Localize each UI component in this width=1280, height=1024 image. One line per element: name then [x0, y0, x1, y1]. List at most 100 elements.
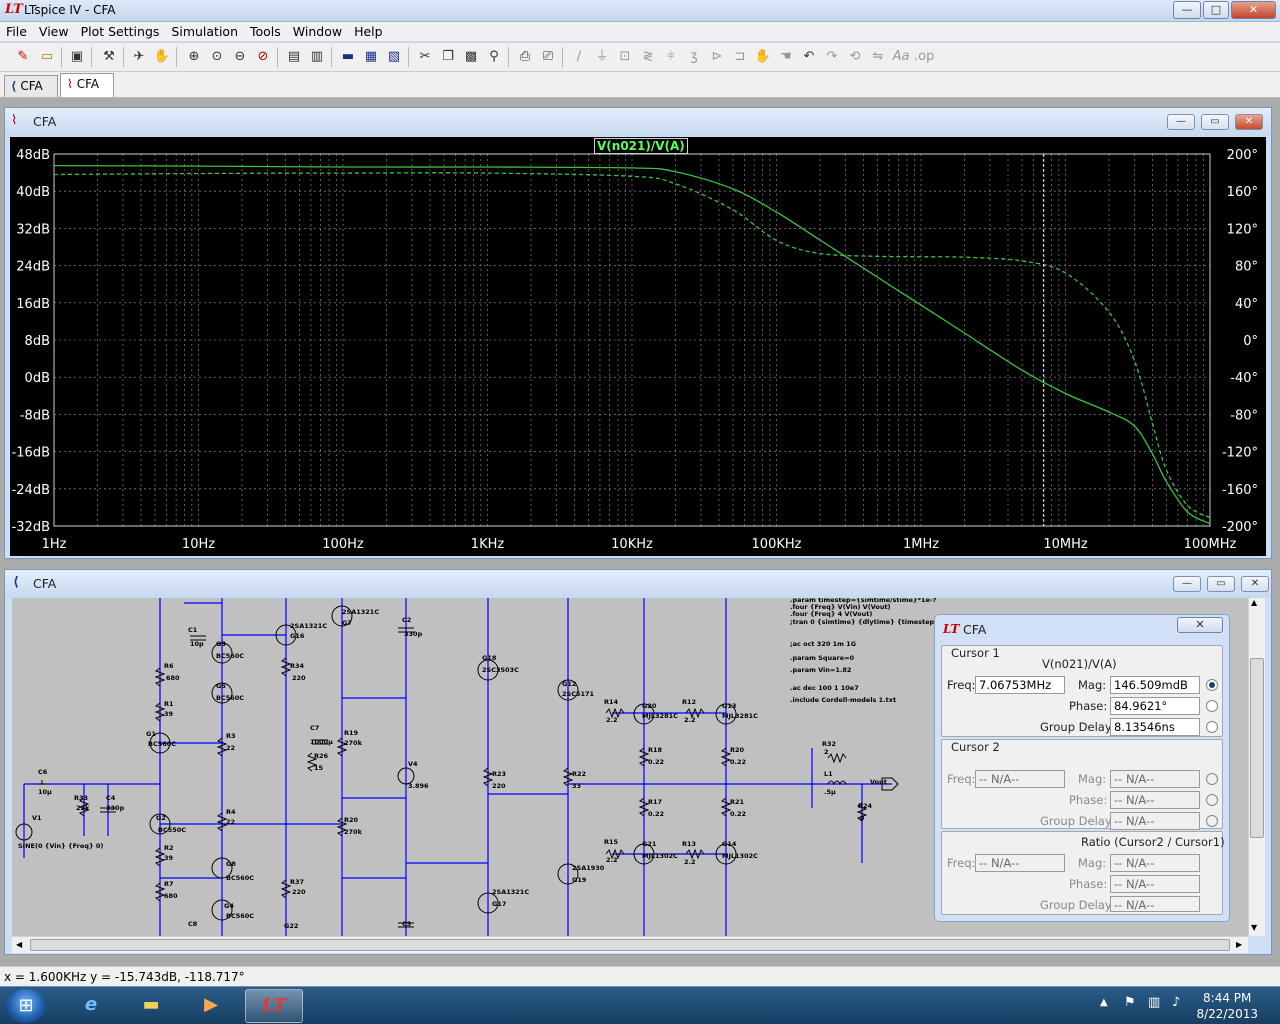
save-icon[interactable]: ▣	[67, 47, 87, 67]
explorer-icon[interactable]: ▬	[122, 989, 180, 1023]
cursor1-title: Cursor 1	[951, 646, 1000, 660]
horizontal-scroll-thumb[interactable]	[30, 939, 1230, 951]
cursor1-mag-field[interactable]: 146.509mdB	[1110, 676, 1200, 694]
schematic-window-title: CFA	[33, 576, 57, 591]
scroll-up-icon[interactable]: ▲	[1251, 598, 1257, 607]
component-label: BC550C	[158, 826, 186, 834]
cursor1-mag-radio[interactable]	[1206, 679, 1218, 691]
schematic-vertical-scrollbar[interactable]: ▲ ▼	[1248, 598, 1265, 936]
menu-tools[interactable]: Tools	[244, 22, 287, 41]
action-center-icon[interactable]: ⚑	[1124, 995, 1136, 1010]
print-icon[interactable]: ⎙	[515, 47, 535, 67]
cut-icon[interactable]: ✂	[415, 47, 435, 67]
close-window-icon[interactable]: ▧	[384, 47, 404, 67]
redo-icon[interactable]: ↷	[822, 47, 842, 67]
menu-view[interactable]: View	[33, 22, 75, 41]
zoom-out-icon[interactable]: ⊖	[230, 47, 250, 67]
y-right-tick-label: -40°	[1230, 371, 1258, 386]
volume-icon[interactable]: ♪	[1172, 995, 1180, 1010]
schematic-close-button[interactable]: ✕	[1241, 576, 1269, 592]
ground-icon[interactable]: ⏚	[592, 47, 612, 67]
component-icon[interactable]: ⊐	[730, 47, 750, 67]
spice-directive: ;ac oct 320 1m 1G	[790, 640, 856, 648]
label-icon[interactable]: ⊡	[615, 47, 635, 67]
vertical-scroll-thumb[interactable]	[1250, 658, 1264, 838]
window-title: LTspice IV - CFA	[24, 3, 116, 17]
component-label: 2.2	[684, 716, 696, 724]
plot-close-button[interactable]: ✕	[1235, 114, 1263, 130]
cursor1-freq-field[interactable]: 7.06753MHz	[975, 676, 1065, 694]
menu-window[interactable]: Window	[287, 22, 348, 41]
print-preview-icon[interactable]: ⎚	[538, 47, 558, 67]
trace-label[interactable]: V(n021)/V(A)	[594, 138, 688, 154]
plot-window-titlebar[interactable]: ⌇ CFA — ▭ ✕	[5, 108, 1271, 136]
drag-icon[interactable]: ☚	[776, 47, 796, 67]
component-label: G7	[342, 619, 352, 627]
zoom-area-icon[interactable]: ⊙	[207, 47, 227, 67]
plot-maximize-button[interactable]: ▭	[1201, 114, 1229, 130]
tile-vertical-icon[interactable]: ▥	[307, 47, 327, 67]
inductor-icon[interactable]: ʒ	[684, 47, 704, 67]
menu-file[interactable]: File	[0, 22, 33, 41]
halt-icon[interactable]: ✋	[152, 47, 172, 67]
tab-plot[interactable]: ⌇ CFA	[60, 73, 114, 97]
cascade-icon[interactable]: ▬	[338, 47, 358, 67]
menu-help[interactable]: Help	[348, 22, 389, 41]
run-icon[interactable]: ✈	[129, 47, 149, 67]
copy-icon[interactable]: ❐	[438, 47, 458, 67]
scroll-down-icon[interactable]: ▼	[1251, 923, 1257, 932]
cursor1-group-delay-field[interactable]: 8.13546ns	[1110, 718, 1200, 736]
control-panel-icon[interactable]: ⚒	[99, 47, 119, 67]
media-player-icon[interactable]: ▶	[182, 989, 240, 1023]
component-label: 2.2	[606, 856, 618, 864]
tab-schematic[interactable]: ⟨ CFA	[4, 75, 58, 97]
open-icon[interactable]: ▭	[37, 47, 57, 67]
scroll-left-icon[interactable]: ◀	[16, 940, 22, 949]
rotate-icon[interactable]: ⟲	[845, 47, 865, 67]
y-left-tick-label: 0dB	[25, 371, 50, 386]
clock[interactable]: 8:44 PM 8/22/2013	[1196, 990, 1258, 1022]
plot-minimize-button[interactable]: —	[1167, 114, 1195, 130]
ltspice-icon[interactable]: LT	[245, 989, 303, 1023]
cursor1-phase-field[interactable]: 84.9621°	[1110, 697, 1200, 715]
schematic-minimize-button[interactable]: —	[1173, 576, 1201, 592]
resistor-icon[interactable]: ≷	[638, 47, 658, 67]
network-icon[interactable]: ▥	[1148, 995, 1160, 1010]
autorange-icon[interactable]: ▤	[284, 47, 304, 67]
bode-chart[interactable]: 48dB 40dB 32dB 24dB 16dB 8dB 0dB -8dB -16dB -24dB…	[10, 137, 1266, 556]
zoom-in-icon[interactable]: ⊕	[184, 47, 204, 67]
move-icon[interactable]: ✋	[753, 47, 773, 67]
show-hidden-icons-icon[interactable]: ▲	[1100, 997, 1108, 1008]
zoom-cancel-icon[interactable]: ⊘	[253, 47, 273, 67]
schematic-maximize-button[interactable]: ▭	[1207, 576, 1235, 592]
minimize-button[interactable]: —	[1173, 1, 1201, 19]
x-tick-label: 10KHz	[611, 537, 653, 552]
menu-simulation[interactable]: Simulation	[165, 22, 244, 41]
internet-explorer-icon[interactable]: e	[62, 989, 120, 1023]
component-label: V1	[32, 814, 42, 822]
cursor1-group: Cursor 1 V(n021)/V(A) Freq: 7.06753MHz M…	[941, 645, 1223, 737]
new-schematic-icon[interactable]: ✎	[13, 47, 33, 67]
find-icon[interactable]: ⚲	[484, 47, 504, 67]
waveform-plot[interactable]: 48dB 40dB 32dB 24dB 16dB 8dB 0dB -8dB -16dB -24dB…	[10, 137, 1266, 556]
close-button[interactable]: ✕	[1231, 1, 1276, 19]
cursor1-group-delay-radio[interactable]	[1206, 721, 1218, 733]
paste-icon[interactable]: ▩	[461, 47, 481, 67]
schematic-window-titlebar[interactable]: ⟨ CFA — ▭ ✕	[5, 570, 1271, 598]
component-label: G18	[482, 654, 497, 662]
menu-plot-settings[interactable]: Plot Settings	[75, 22, 166, 41]
maximize-button[interactable]: □	[1203, 1, 1229, 19]
wire-icon[interactable]: ∕	[569, 47, 589, 67]
text-icon[interactable]: Aa	[891, 47, 911, 67]
schematic-horizontal-scrollbar[interactable]: ◀ ▶	[12, 936, 1248, 953]
tile-horizontal-icon[interactable]: ▦	[361, 47, 381, 67]
diode-icon[interactable]: ⊳	[707, 47, 727, 67]
cursor-panel-close-button[interactable]: ✕	[1177, 617, 1223, 633]
cursor1-phase-radio[interactable]	[1206, 700, 1218, 712]
undo-icon[interactable]: ↶	[799, 47, 819, 67]
spice-directive-icon[interactable]: .op	[914, 47, 934, 67]
mirror-icon[interactable]: ⇋	[868, 47, 888, 67]
capacitor-icon[interactable]: ⫩	[661, 47, 681, 67]
start-orb-icon[interactable]: ⊞	[6, 989, 46, 1023]
scroll-right-icon[interactable]: ▶	[1236, 940, 1242, 949]
